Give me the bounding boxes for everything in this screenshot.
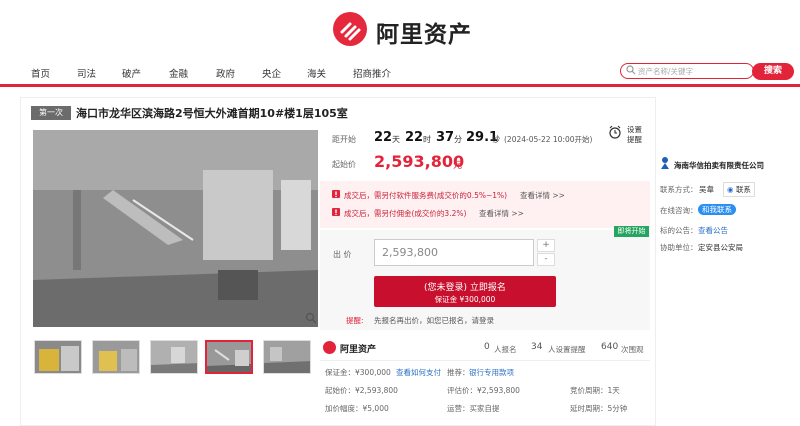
tip-text: 先报名再出价，如您已报名，请登录 <box>374 316 494 325</box>
zoom-icon[interactable] <box>305 312 317 324</box>
decrease-bid-button[interactable]: - <box>537 253 555 266</box>
seller-icon <box>660 156 670 170</box>
search-icon <box>626 65 636 75</box>
chat-icon: ◉ <box>727 185 734 194</box>
reminders-label: 人设置提醒 <box>548 345 586 354</box>
nav-customs[interactable]: 海关 <box>307 66 326 80</box>
logo-text: 阿里资产 <box>376 22 472 48</box>
online-label: 在线咨询： <box>660 206 698 215</box>
recommend-label: 推荐： <box>447 368 470 377</box>
detail-increment: 加价幅度：¥5,000 <box>325 404 389 413</box>
detail-preempt: 运营：买家自提 <box>447 404 500 413</box>
tip-label: 提醒: <box>346 316 364 325</box>
thumbnail[interactable] <box>150 340 198 374</box>
thumbnail[interactable] <box>263 340 311 374</box>
countdown-label: 距开始 <box>332 135 356 144</box>
countdown-mins: 37 <box>436 130 455 145</box>
detail-eval-price: 评估价：¥2,593,800 <box>447 386 520 395</box>
thumbnail[interactable] <box>34 340 82 374</box>
stats-brand: 阿里资产 <box>340 345 377 355</box>
notice-label: 标的公告： <box>660 226 698 235</box>
nav-finance[interactable]: 金融 <box>169 66 188 80</box>
hours-unit: 时 <box>423 135 431 144</box>
logo-icon <box>333 12 367 46</box>
mins-unit: 分 <box>454 135 462 144</box>
start-price-unit: 元 <box>453 161 463 171</box>
fee-notice-box <box>320 181 650 228</box>
increase-bid-button[interactable]: + <box>537 239 555 252</box>
countdown-hours: 22 <box>405 130 424 145</box>
seller-name[interactable]: 海南华信拍卖有限责任公司 <box>674 160 764 171</box>
contact-button[interactable]: ◉ 联系 <box>723 182 755 197</box>
nav-bankruptcy[interactable]: 破产 <box>122 66 141 80</box>
alarm-clock-icon[interactable] <box>608 125 622 139</box>
brand-icon <box>323 341 336 354</box>
main-photo[interactable] <box>33 130 318 327</box>
fee-service-link[interactable]: 查看详情 >> <box>520 190 565 201</box>
views-label: 次围观 <box>621 345 644 354</box>
search-placeholder: 资产名称/关键字 <box>638 67 694 76</box>
start-price-value: 2,593,800 <box>374 152 465 171</box>
thumbnail[interactable] <box>92 340 140 374</box>
status-badge: 即将开始 <box>614 226 649 237</box>
assist-label: 协助单位： <box>660 243 698 252</box>
nav-soe[interactable]: 央企 <box>262 66 281 80</box>
round-badge: 第一次 <box>31 106 71 120</box>
detail-start-price: 起始价：¥2,593,800 <box>325 386 398 395</box>
contact-button-label: 联系 <box>735 185 751 194</box>
deposit-how-link[interactable]: 查看如何支付 <box>396 367 441 378</box>
fee-service-text: 成交后，需另付软件服务费(成交价的0.5%~1%) <box>344 191 508 200</box>
register-button[interactable]: (您未登录) 立即报名 保证金 ¥300,000 <box>374 276 556 307</box>
search-button[interactable]: 搜索 <box>752 63 794 80</box>
secs-unit: 秒 <box>492 135 500 144</box>
assist-value: 定安县公安局 <box>698 243 743 252</box>
bid-amount-input[interactable]: 2,593,800 <box>374 239 534 266</box>
divider <box>320 360 650 361</box>
fee-commission-text: 成交后，需另付佣金(成交价的3.2%) <box>344 209 467 218</box>
signups-count: 0 <box>484 342 490 352</box>
deposit-info: 保证金：¥300,000 <box>325 368 391 377</box>
nav-investment[interactable]: 招商推介 <box>353 66 391 80</box>
nav-judicial[interactable]: 司法 <box>77 66 96 80</box>
recommend-link[interactable]: 银行专用款项 <box>469 367 514 378</box>
fee-commission-link[interactable]: 查看详情 >> <box>479 208 524 219</box>
contact-name: 吴韋 <box>699 185 714 194</box>
days-unit: 天 <box>392 135 400 144</box>
nav-divider <box>0 84 800 87</box>
page-title: 海口市龙华区滨海路2号恒大外滩首期10#楼1层105室 <box>76 107 348 120</box>
register-button-label: (您未登录) 立即报名 <box>424 283 506 293</box>
contact-label: 联系方式： <box>660 185 698 194</box>
warning-icon <box>332 208 340 216</box>
start-price-label: 起始价 <box>332 160 356 169</box>
warning-icon <box>332 190 340 198</box>
online-chat-button[interactable]: 和我联系 <box>698 204 736 215</box>
reminders-count: 34 <box>531 342 543 352</box>
nav-home[interactable]: 首页 <box>31 66 50 80</box>
register-button-deposit: 保证金 ¥300,000 <box>434 295 496 304</box>
detail-delay: 延时周期：5分钟 <box>570 404 628 413</box>
signups-label: 人报名 <box>494 345 517 354</box>
set-reminder-link[interactable]: 设置提醒 <box>627 125 649 145</box>
detail-period: 竞价周期：1天 <box>570 386 620 395</box>
views-count: 640 <box>601 342 619 352</box>
bid-label: 出 价 <box>333 250 352 259</box>
notice-link[interactable]: 查看公告 <box>698 225 728 236</box>
thumbnail-selected[interactable] <box>205 340 253 374</box>
start-time: (2024-05-22 10:00开始) <box>504 135 593 144</box>
countdown-days: 22 <box>374 130 393 145</box>
nav-government[interactable]: 政府 <box>216 66 235 80</box>
